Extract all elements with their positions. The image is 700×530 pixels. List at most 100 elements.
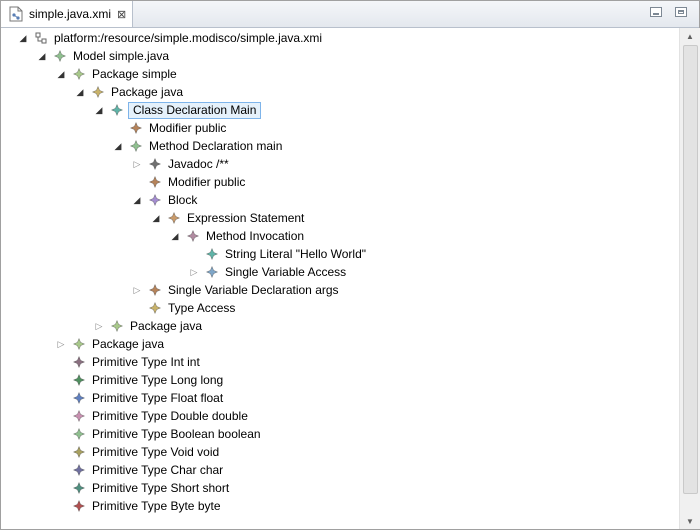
method-declaration-icon [129, 139, 143, 153]
primitive-type-icon [72, 445, 86, 459]
tree-node-label: Modifier public [149, 121, 227, 135]
tree-node-label: Primitive Type Int int [92, 355, 200, 369]
maximize-button[interactable] [675, 7, 687, 17]
scroll-up-arrow-icon[interactable]: ▲ [680, 28, 700, 44]
tree-node[interactable]: Primitive Type Boolean boolean [55, 425, 263, 443]
tree-node[interactable]: Primitive Type Double double [55, 407, 250, 425]
editor-tab-bar: simple.java.xmi ⊠ [1, 1, 699, 28]
tree-node-label: Expression Statement [187, 211, 305, 225]
tree-node-label: String Literal "Hello World" [225, 247, 367, 261]
tree-node-label: Method Invocation [206, 229, 305, 243]
primitive-type-icon [72, 391, 86, 405]
tree-node-label: Modifier public [168, 175, 246, 189]
tree-node[interactable]: Primitive Type Void void [55, 443, 221, 461]
tree-node-label: Primitive Type Void void [92, 445, 220, 459]
editor-frame: simple.java.xmi ⊠ ◢ platform:/resource/si… [0, 0, 700, 530]
expanded-arrow-icon[interactable]: ◢ [112, 137, 124, 155]
tree-node-label: Single Variable Declaration args [168, 283, 339, 297]
tree-node[interactable]: ◢ Method Declaration main [112, 137, 284, 155]
primitive-type-icon [72, 409, 86, 423]
expanded-arrow-icon[interactable]: ◢ [74, 83, 86, 101]
collapsed-arrow-icon[interactable]: ▷ [188, 263, 200, 281]
tree-node-label: Model simple.java [73, 49, 170, 63]
tree-node[interactable]: Primitive Type Byte byte [55, 497, 223, 515]
tree-node[interactable]: String Literal "Hello World" [188, 245, 368, 263]
tree-node[interactable]: Type Access [131, 299, 237, 317]
expanded-arrow-icon[interactable]: ◢ [131, 191, 143, 209]
tree-node[interactable]: ▷ Javadoc /** [131, 155, 231, 173]
tree-node-label: Block [168, 193, 198, 207]
tree-node[interactable]: Primitive Type Short short [55, 479, 231, 497]
vertical-scrollbar[interactable]: ▲ ▼ [679, 28, 700, 529]
tree-node[interactable]: Primitive Type Int int [55, 353, 202, 371]
tree-node[interactable]: ▷ Single Variable Access [188, 263, 348, 281]
tree-node-label: Javadoc /** [168, 157, 229, 171]
expanded-arrow-icon[interactable]: ◢ [150, 209, 162, 227]
tree-node[interactable]: Primitive Type Char char [55, 461, 225, 479]
primitive-type-icon [72, 481, 86, 495]
primitive-type-icon [72, 499, 86, 513]
tree-node[interactable]: ◢ Package simple [55, 65, 179, 83]
tree-node-label: Primitive Type Short short [92, 481, 230, 495]
tree-node[interactable]: ◢ Block [131, 191, 199, 209]
tree-node[interactable]: ▷ Package java [93, 317, 204, 335]
scroll-down-arrow-icon[interactable]: ▼ [680, 513, 700, 529]
editor-tab[interactable]: simple.java.xmi ⊠ [1, 1, 133, 27]
collapsed-arrow-icon[interactable]: ▷ [131, 281, 143, 299]
collapsed-arrow-icon[interactable]: ▷ [55, 335, 67, 353]
modifier-icon [129, 121, 143, 135]
collapsed-arrow-icon[interactable]: ▷ [93, 317, 105, 335]
javadoc-icon [148, 157, 162, 171]
expanded-arrow-icon[interactable]: ◢ [17, 29, 29, 47]
expanded-arrow-icon[interactable]: ◢ [93, 101, 105, 119]
tree-node-label: Package simple [92, 67, 177, 81]
scrollbar-thumb[interactable] [683, 45, 698, 494]
tree-node[interactable]: ◢ Model simple.java [36, 47, 171, 65]
tree-node[interactable]: ◢ platform:/resource/simple.modisco/simpl… [17, 29, 324, 47]
tree-node[interactable]: ◢ Class Declaration Main [93, 101, 262, 119]
tree-node[interactable]: ◢ Expression Statement [150, 209, 306, 227]
close-icon[interactable]: ⊠ [117, 8, 126, 21]
tree-node[interactable]: ▷ Package java [55, 335, 166, 353]
primitive-type-icon [72, 463, 86, 477]
tree-node-label: Primitive Type Double double [92, 409, 248, 423]
primitive-type-icon [72, 427, 86, 441]
package-icon [72, 67, 86, 81]
tree-node-label: Type Access [168, 301, 236, 315]
expanded-arrow-icon[interactable]: ◢ [55, 65, 67, 83]
resource-icon [35, 32, 47, 44]
method-invocation-icon [186, 229, 200, 243]
package-icon [110, 319, 124, 333]
tree-node-label: platform:/resource/simple.modisco/simple… [54, 31, 323, 45]
tree-node-label: Package java [92, 337, 165, 351]
tree-node[interactable]: Modifier public [112, 119, 228, 137]
tree-node[interactable]: ▷ Single Variable Declaration args [131, 281, 341, 299]
tree-node[interactable]: ◢ Method Invocation [169, 227, 306, 245]
expression-statement-icon [167, 211, 181, 225]
tree-node[interactable]: Primitive Type Float float [55, 389, 225, 407]
expanded-arrow-icon[interactable]: ◢ [169, 227, 181, 245]
minimize-button[interactable] [650, 7, 662, 17]
tree-node[interactable]: ◢ Package java [74, 83, 185, 101]
variable-declaration-icon [148, 283, 162, 297]
tree-node[interactable]: Primitive Type Long long [55, 371, 225, 389]
tree-node-label: Primitive Type Long long [92, 373, 224, 387]
tree-node[interactable]: Modifier public [131, 173, 247, 191]
expanded-arrow-icon[interactable]: ◢ [36, 47, 48, 65]
collapsed-arrow-icon[interactable]: ▷ [131, 155, 143, 173]
xmi-file-icon [9, 6, 23, 22]
tree-node-label: Primitive Type Boolean boolean [92, 427, 261, 441]
package-icon [72, 337, 86, 351]
tree-node-label: Method Declaration main [149, 139, 283, 153]
tree-node-label: Class Declaration Main [128, 101, 262, 119]
